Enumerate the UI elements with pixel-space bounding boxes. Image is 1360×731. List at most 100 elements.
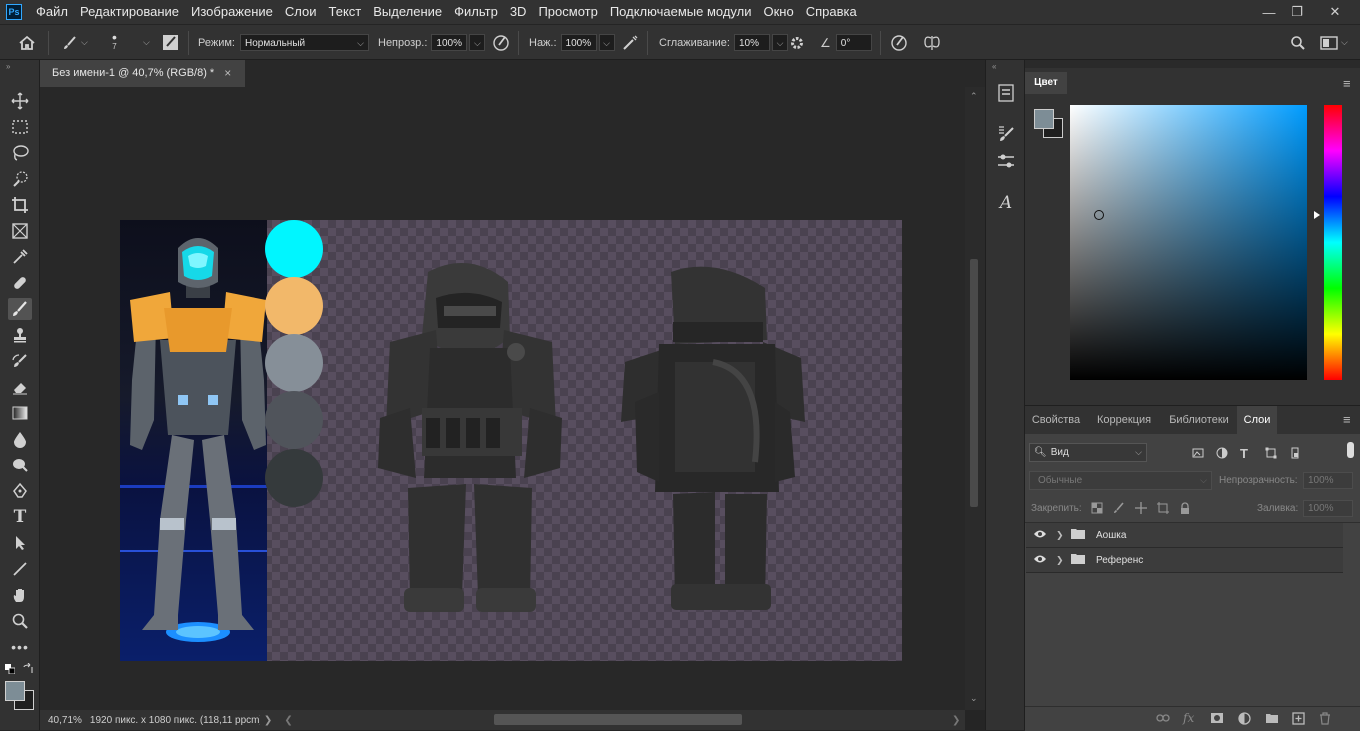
menu-item[interactable]: Изображение: [185, 0, 279, 24]
menu-item[interactable]: Редактирование: [74, 0, 185, 24]
color-panel-foreground[interactable]: [1034, 109, 1054, 129]
filter-type-icon[interactable]: T: [1240, 443, 1248, 463]
lasso-tool-icon[interactable]: [8, 142, 32, 164]
expand-group-icon[interactable]: ❯: [1056, 530, 1070, 541]
lock-position-icon[interactable]: [1135, 498, 1147, 518]
layer-filter-select[interactable]: 🔍︎ Вид ⌵: [1029, 443, 1147, 462]
panel-menu-icon[interactable]: ≡: [1343, 76, 1351, 91]
menu-item[interactable]: Выделение: [367, 0, 448, 24]
add-mask-icon[interactable]: [1210, 708, 1224, 728]
pressure-size-icon[interactable]: [890, 25, 908, 60]
expand-group-icon[interactable]: ❯: [1056, 555, 1070, 566]
symmetry-icon[interactable]: [922, 25, 942, 60]
gear-icon[interactable]: [789, 25, 805, 60]
mode-select[interactable]: Нормальный ⌵: [239, 34, 369, 51]
expand-icon[interactable]: «: [992, 62, 996, 71]
quick-selection-tool-icon[interactable]: [8, 168, 32, 190]
menu-item[interactable]: Окно: [757, 0, 799, 24]
scroll-up-icon[interactable]: ⌃: [970, 91, 978, 102]
delete-layer-icon[interactable]: [1319, 708, 1331, 728]
color-picker-marker[interactable]: [1094, 210, 1104, 220]
scroll-left-icon[interactable]: ❮: [284, 715, 292, 726]
eyedropper-tool-icon[interactable]: [8, 246, 32, 268]
new-layer-icon[interactable]: [1292, 708, 1305, 728]
zoom-tool-icon[interactable]: [8, 610, 32, 632]
opacity-dropdown[interactable]: ⌵: [469, 34, 486, 51]
close-tab-icon[interactable]: ×: [224, 66, 231, 80]
hand-tool-icon[interactable]: [8, 584, 32, 606]
gradient-tool-icon[interactable]: [8, 402, 32, 424]
menu-item[interactable]: Справка: [800, 0, 863, 24]
brush-preset-icon[interactable]: ⌵: [62, 25, 88, 60]
new-group-icon[interactable]: [1265, 708, 1279, 728]
filter-smart-object-icon[interactable]: [1289, 443, 1301, 463]
brush-tool-icon[interactable]: [8, 298, 32, 320]
info-menu-icon[interactable]: ❯: [264, 715, 272, 726]
menu-item[interactable]: Файл: [30, 0, 74, 24]
color-panel-tab[interactable]: Цвет: [1025, 72, 1067, 94]
lock-artboard-icon[interactable]: [1157, 498, 1169, 518]
layer-opacity-input[interactable]: 100%: [1303, 472, 1353, 489]
blend-mode-select[interactable]: Обычные ⌵: [1029, 471, 1212, 490]
horizontal-scroll-thumb[interactable]: [494, 714, 742, 725]
restore-button[interactable]: ❐: [1280, 0, 1314, 24]
menu-item[interactable]: Подключаемые модули: [604, 0, 758, 24]
angle-input[interactable]: 0°: [835, 34, 872, 51]
menu-item[interactable]: Просмотр: [532, 0, 603, 24]
history-panel-icon[interactable]: [994, 82, 1018, 104]
menu-item[interactable]: Слои: [279, 0, 323, 24]
filter-pixel-icon[interactable]: [1192, 443, 1204, 463]
zoom-level[interactable]: 40,71%: [48, 715, 82, 726]
line-tool-icon[interactable]: [8, 558, 32, 580]
layer-name[interactable]: Референс: [1096, 555, 1143, 566]
eye-icon[interactable]: [1026, 554, 1054, 567]
blur-tool-icon[interactable]: [8, 428, 32, 450]
pen-tool-icon[interactable]: [8, 480, 32, 502]
filter-adjustment-icon[interactable]: [1216, 443, 1228, 463]
scroll-right-icon[interactable]: ❯: [952, 715, 960, 726]
color-field[interactable]: [1070, 105, 1307, 380]
hue-slider[interactable]: [1324, 105, 1342, 380]
layer-name[interactable]: Аошка: [1096, 530, 1126, 541]
tab-libraries[interactable]: Библиотеки: [1161, 406, 1237, 434]
brush-settings-panel-icon[interactable]: [994, 122, 1018, 144]
scroll-down-icon[interactable]: ⌄: [970, 693, 978, 704]
character-panel-icon[interactable]: A: [994, 192, 1018, 214]
filter-shape-icon[interactable]: [1265, 443, 1277, 463]
layer-style-icon[interactable]: fx: [1183, 708, 1194, 728]
eraser-tool-icon[interactable]: [8, 376, 32, 398]
default-colors-icon[interactable]: [5, 664, 16, 675]
tab-adjustments[interactable]: Коррекция: [1089, 406, 1159, 434]
layer-row[interactable]: ❯ Референс: [1026, 548, 1343, 573]
flow-dropdown[interactable]: ⌵: [598, 34, 615, 51]
search-icon[interactable]: [1290, 25, 1306, 60]
healing-brush-tool-icon[interactable]: [8, 272, 32, 294]
filter-toggle[interactable]: [1347, 442, 1354, 458]
layer-row[interactable]: ❯ Аошка: [1026, 523, 1343, 548]
flow-input[interactable]: 100%: [560, 34, 597, 51]
smoothing-input[interactable]: 10%: [733, 34, 770, 51]
lock-transparent-icon[interactable]: [1091, 498, 1103, 518]
pressure-opacity-icon[interactable]: [492, 25, 510, 60]
tab-properties[interactable]: Свойства: [1025, 406, 1087, 434]
airbrush-icon[interactable]: [621, 25, 639, 60]
stamp-tool-icon[interactable]: [8, 324, 32, 346]
crop-tool-icon[interactable]: [8, 194, 32, 216]
vertical-scrollbar[interactable]: ⌃ ⌄: [965, 87, 985, 710]
history-brush-tool-icon[interactable]: [8, 350, 32, 372]
frame-tool-icon[interactable]: [8, 220, 32, 242]
brush-settings-icon[interactable]: [162, 25, 179, 60]
link-layers-icon[interactable]: [1156, 708, 1170, 728]
menu-item[interactable]: Текст: [323, 0, 368, 24]
menu-item[interactable]: 3D: [504, 0, 533, 24]
workspace-icon[interactable]: ⌵: [1320, 25, 1348, 60]
collapse-icon[interactable]: »: [6, 62, 10, 71]
marquee-tool-icon[interactable]: [8, 116, 32, 138]
layers-panel-menu-icon[interactable]: ≡: [1343, 412, 1351, 427]
brush-size-picker[interactable]: • 7: [112, 25, 117, 60]
smoothing-dropdown[interactable]: ⌵: [771, 34, 788, 51]
move-tool-icon[interactable]: [8, 90, 32, 112]
dodge-tool-icon[interactable]: [8, 454, 32, 476]
swap-colors-icon[interactable]: [22, 662, 34, 675]
menu-item[interactable]: Фильтр: [448, 0, 504, 24]
